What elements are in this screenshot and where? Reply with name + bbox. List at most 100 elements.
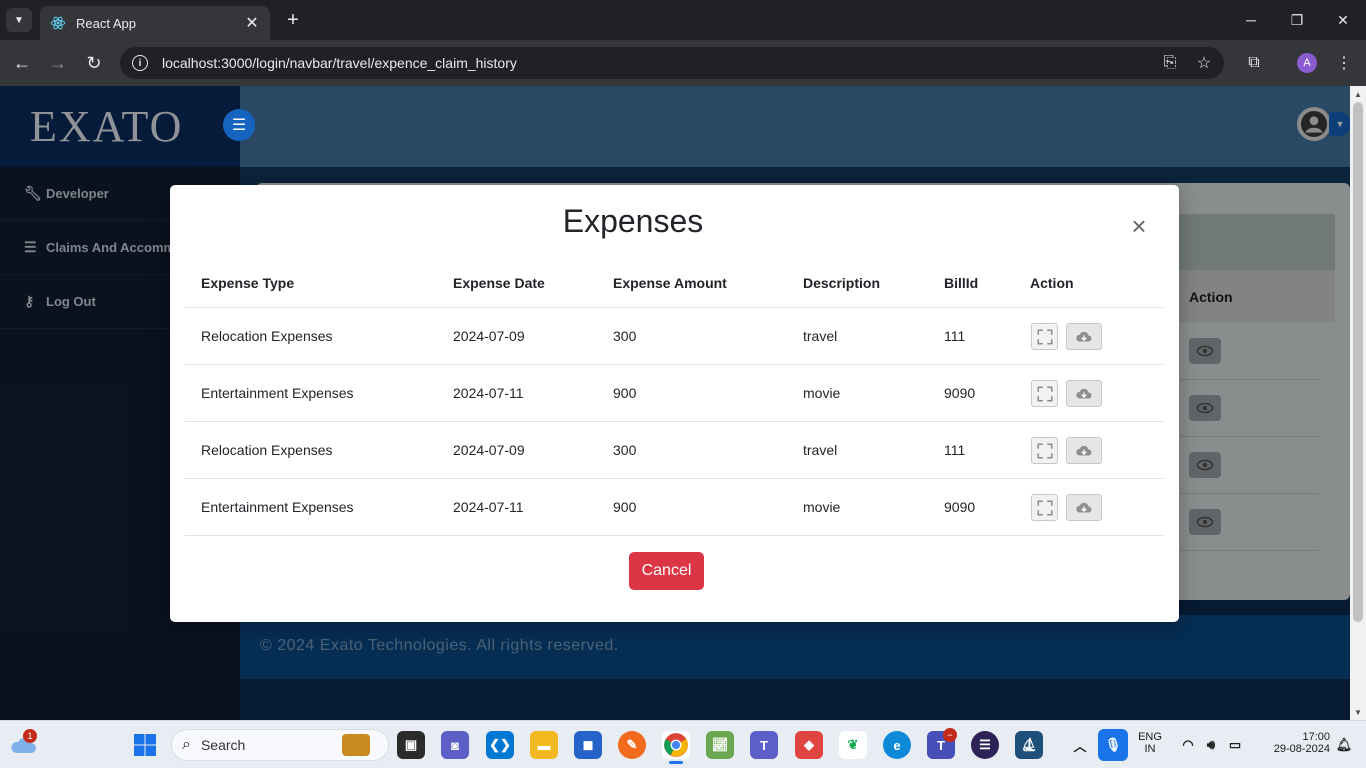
scroll-thumb[interactable] bbox=[1353, 102, 1363, 622]
windows-taskbar: 1 ⌕ Search ▣ ◙ ❮❯ ▬ ◼ ✎ 📈︎ T ◆ ❦ e T − ☰… bbox=[0, 720, 1366, 768]
cell-description: movie bbox=[803, 385, 841, 401]
cloud-download-icon bbox=[1076, 388, 1092, 398]
edge-icon[interactable]: e bbox=[883, 731, 911, 759]
download-button[interactable] bbox=[1066, 437, 1102, 464]
volume-icon[interactable]: 🔊︎ bbox=[1200, 731, 1222, 759]
tab-title: React App bbox=[76, 15, 136, 31]
modal-title: Expenses bbox=[562, 203, 704, 239]
microsoft-store-icon[interactable]: ◼ bbox=[574, 731, 602, 759]
download-button[interactable] bbox=[1066, 323, 1102, 350]
anydesk-icon[interactable]: ◆ bbox=[795, 731, 823, 759]
column-header-description: Description bbox=[803, 275, 881, 291]
fullscreen-button[interactable] bbox=[1031, 323, 1058, 350]
task-view-icon[interactable]: ▣ bbox=[397, 731, 425, 759]
modal-close-icon[interactable]: × bbox=[1128, 211, 1150, 241]
chrome-active-indicator bbox=[669, 761, 683, 764]
tab-search-chevron-icon[interactable]: ▼ bbox=[6, 8, 32, 32]
taskbar-search-box[interactable]: ⌕ Search bbox=[171, 729, 389, 761]
chrome-icon[interactable] bbox=[662, 731, 690, 759]
column-header-expense-amount: Expense Amount bbox=[613, 275, 727, 291]
scroll-up-arrow-icon[interactable]: ▲ bbox=[1350, 86, 1366, 102]
reload-icon[interactable]: ↻ bbox=[82, 51, 106, 75]
restore-icon[interactable]: ❐ bbox=[1274, 8, 1320, 32]
browser-tab-react-app[interactable]: React App ✕ bbox=[40, 6, 270, 40]
more-menu-icon[interactable]: ⋮ bbox=[1332, 51, 1356, 75]
cell-expense-amount: 900 bbox=[613, 385, 637, 401]
cell-expense-type: Relocation Expenses bbox=[201, 328, 333, 344]
minimize-icon[interactable]: ─ bbox=[1228, 8, 1274, 32]
extensions-puzzle-icon[interactable]: ⧉ bbox=[1242, 51, 1266, 75]
search-placeholder: Search bbox=[200, 737, 246, 753]
briefcase-icon bbox=[342, 734, 370, 756]
column-header-billid: BillId bbox=[944, 275, 979, 291]
cell-expense-amount: 300 bbox=[613, 442, 637, 458]
site-info-icon[interactable]: i bbox=[132, 55, 148, 71]
cell-billid: 111 bbox=[944, 328, 966, 344]
cell-expense-type: Entertainment Expenses bbox=[201, 499, 354, 515]
cloud-download-icon bbox=[1076, 502, 1092, 512]
cloud-download-icon bbox=[1076, 331, 1092, 341]
profile-avatar[interactable]: A bbox=[1297, 53, 1317, 73]
expenses-table-header: Expense Type Expense Date Expense Amount… bbox=[185, 259, 1163, 308]
browser-toolbar: ← → ↻ i localhost:3000/login/navbar/trav… bbox=[0, 40, 1366, 86]
new-tab-plus-icon[interactable]: + bbox=[282, 8, 304, 32]
expand-icon bbox=[1037, 500, 1052, 515]
fullscreen-button[interactable] bbox=[1031, 494, 1058, 521]
mysql-workbench-icon[interactable]: ⛵︎ bbox=[1015, 731, 1043, 759]
teams-icon[interactable]: T bbox=[750, 731, 778, 759]
browser-tab-bar: ▼ React App ✕ + ─ ❐ ✕ bbox=[0, 0, 1366, 40]
install-app-icon[interactable]: ⎘ bbox=[1160, 53, 1180, 73]
microphone-icon[interactable]: 🎙︎ bbox=[1098, 729, 1128, 761]
teams-badge: − bbox=[943, 728, 957, 742]
hamburger-menu-icon[interactable]: ☰ bbox=[223, 109, 255, 141]
table-row: Relocation Expenses 2024-07-09 300 trave… bbox=[185, 308, 1163, 365]
tab-close-icon[interactable]: ✕ bbox=[244, 13, 260, 33]
chart-app-icon[interactable]: 📈︎ bbox=[706, 731, 734, 759]
tray-chevron-up-icon[interactable]: ︿ bbox=[1066, 731, 1094, 759]
column-header-expense-date: Expense Date bbox=[453, 275, 545, 291]
fullscreen-button[interactable] bbox=[1031, 437, 1058, 464]
battery-icon[interactable]: ▭ bbox=[1224, 731, 1246, 759]
clock-time: 17:00 bbox=[1302, 731, 1330, 743]
cell-expense-amount: 300 bbox=[613, 328, 637, 344]
file-explorer-icon[interactable]: ▬ bbox=[530, 731, 558, 759]
column-header-expense-type: Expense Type bbox=[201, 275, 295, 291]
wifi-icon[interactable]: ◠ bbox=[1176, 731, 1200, 759]
bookmark-star-icon[interactable]: ☆ bbox=[1194, 53, 1214, 73]
cell-billid: 9090 bbox=[944, 385, 976, 401]
cancel-button[interactable]: Cancel bbox=[629, 552, 704, 590]
expenses-modal: Expenses × Expense Type Expense Date Exp… bbox=[170, 185, 1179, 622]
windows-start-icon[interactable] bbox=[131, 731, 159, 759]
back-arrow-icon[interactable]: ← bbox=[10, 51, 34, 75]
cell-expense-type: Entertainment Expenses bbox=[201, 385, 354, 401]
cell-description: movie bbox=[803, 499, 841, 515]
scroll-down-arrow-icon[interactable]: ▼ bbox=[1350, 704, 1366, 720]
clock-date: 29-08-2024 bbox=[1273, 743, 1330, 755]
cell-expense-date: 2024-07-09 bbox=[453, 442, 525, 458]
teams-meet-icon[interactable]: ◙ bbox=[441, 731, 469, 759]
weather-notification-badge: 1 bbox=[23, 729, 37, 743]
cell-billid: 111 bbox=[944, 442, 966, 458]
fullscreen-button[interactable] bbox=[1031, 380, 1058, 407]
download-button[interactable] bbox=[1066, 380, 1102, 407]
clock[interactable]: 17:00 29-08-2024 bbox=[1256, 731, 1330, 755]
forward-arrow-icon[interactable]: → bbox=[46, 51, 70, 75]
expand-icon bbox=[1037, 329, 1052, 344]
window-close-icon[interactable]: ✕ bbox=[1320, 8, 1366, 32]
mongodb-icon[interactable]: ❦ bbox=[839, 731, 867, 759]
url-text: localhost:3000/login/navbar/travel/expen… bbox=[162, 55, 517, 71]
language-indicator[interactable]: ENG IN bbox=[1136, 731, 1164, 755]
page-scrollbar[interactable]: ▲ ▼ bbox=[1350, 86, 1366, 720]
notification-bell-icon[interactable]: 🔔︎ bbox=[1334, 731, 1354, 759]
table-row: Entertainment Expenses 2024-07-11 900 mo… bbox=[185, 365, 1163, 422]
eclipse-icon[interactable]: ☰ bbox=[971, 731, 999, 759]
postman-icon[interactable]: ✎ bbox=[618, 731, 646, 759]
region-code: IN bbox=[1144, 743, 1156, 755]
download-button[interactable] bbox=[1066, 494, 1102, 521]
address-bar[interactable]: i localhost:3000/login/navbar/travel/exp… bbox=[120, 47, 1224, 79]
cell-description: travel bbox=[803, 442, 838, 458]
cloud-download-icon bbox=[1076, 445, 1092, 455]
language-code: ENG bbox=[1138, 731, 1162, 743]
vscode-icon[interactable]: ❮❯ bbox=[486, 731, 514, 759]
expand-icon bbox=[1037, 386, 1052, 401]
